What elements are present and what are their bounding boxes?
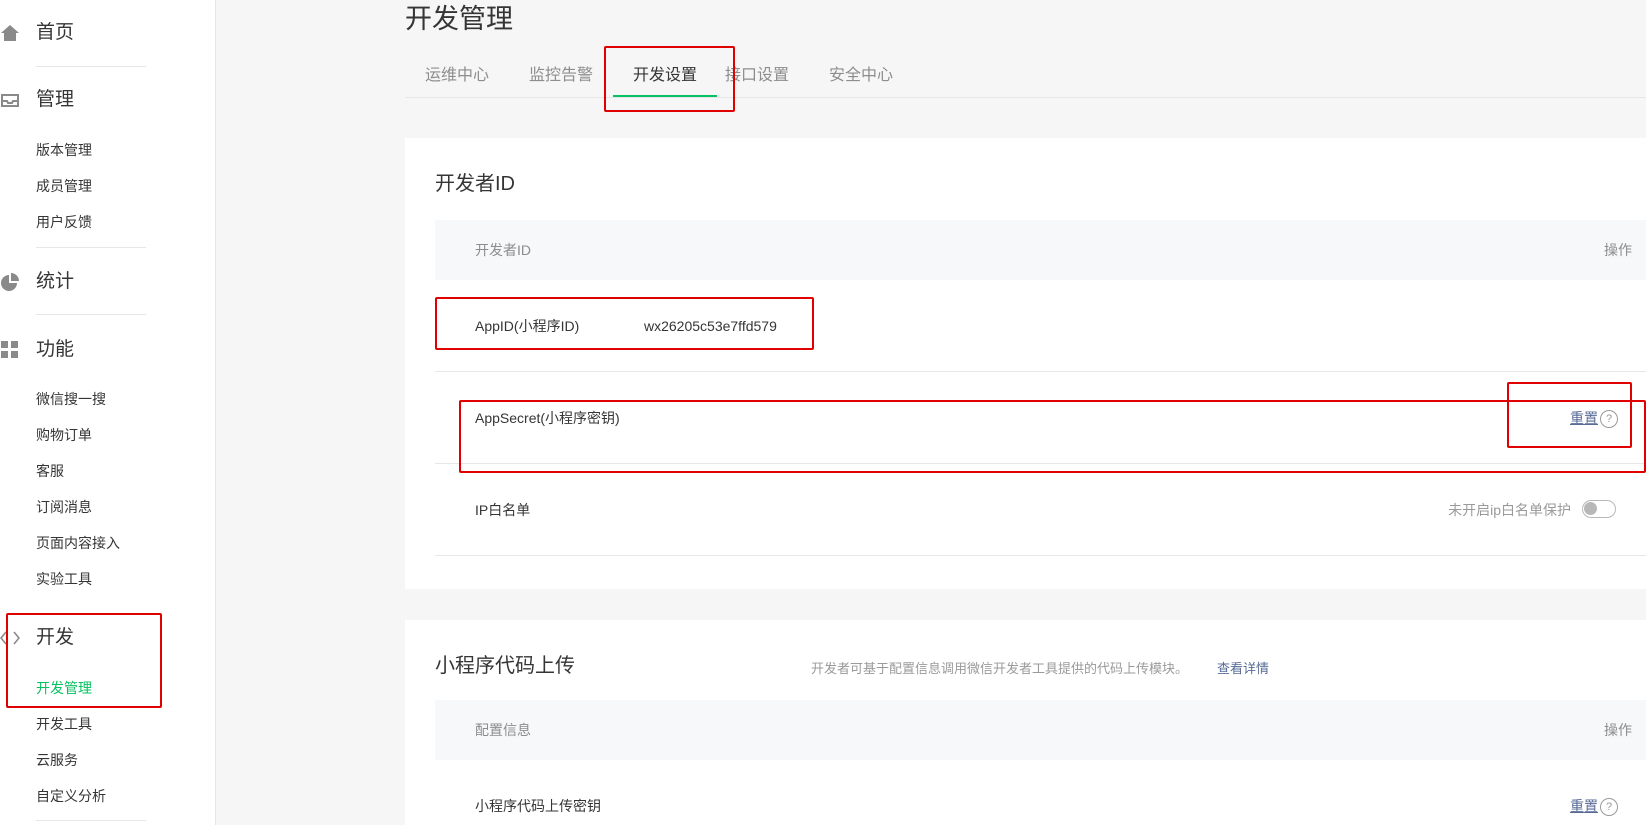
tab-security[interactable]: 安全中心 [829, 64, 893, 88]
table-header: 开发者ID 操作 [435, 220, 1646, 280]
divider [36, 314, 146, 315]
nav-features[interactable]: 功能 [0, 330, 216, 370]
help-icon[interactable]: ? [1600, 798, 1618, 816]
sidebar-item-cloud[interactable]: 云服务 [36, 750, 78, 770]
pie-chart-icon [0, 272, 20, 292]
divider [36, 820, 146, 821]
sidebar-item-wechat-search[interactable]: 微信搜一搜 [36, 389, 106, 409]
page-title: 开发管理 [405, 4, 513, 34]
sidebar-item-lab-tools[interactable]: 实验工具 [36, 569, 92, 589]
upload-key-label: 小程序代码上传密钥 [475, 798, 601, 814]
col-action: 操作 [1604, 242, 1632, 258]
sidebar-item-dev-manage[interactable]: 开发管理 [36, 678, 92, 698]
appid-value: wx26205c53e7ffd579 [644, 318, 777, 334]
nav-manage[interactable]: 管理 [0, 80, 216, 120]
table-row-appsecret: AppSecret(小程序密钥) 重置 ? [435, 372, 1646, 464]
code-upload-title: 小程序代码上传 [435, 655, 575, 677]
reset-upload-key-link[interactable]: 重置 [1570, 796, 1598, 816]
inbox-icon [0, 90, 20, 110]
nav-home[interactable]: 首页 [0, 13, 216, 53]
reset-secret-link[interactable]: 重置 [1570, 408, 1598, 428]
tab-monitoring[interactable]: 监控告警 [529, 64, 593, 88]
tab-bar: 运维中心 监控告警 开发设置 接口设置 安全中心 [405, 56, 1646, 98]
main-content: 开发管理 运维中心 监控告警 开发设置 接口设置 安全中心 开发者ID 开发者I… [216, 0, 1646, 825]
sidebar: 首页 管理 版本管理 成员管理 用户反馈 统计 功能 微信搜一搜 购物订单 客服… [0, 0, 216, 825]
col-action: 操作 [1604, 722, 1632, 738]
ip-whitelist-status: 未开启ip白名单保护 [1448, 502, 1571, 518]
nav-stats-label: 统计 [36, 271, 75, 292]
appid-label: AppID(小程序ID) [475, 318, 580, 334]
sidebar-item-version[interactable]: 版本管理 [36, 140, 92, 160]
divider [36, 66, 146, 67]
table-header: 配置信息 操作 [435, 700, 1646, 760]
sidebar-item-members[interactable]: 成员管理 [36, 176, 92, 196]
ip-whitelist-label: IP白名单 [475, 502, 531, 518]
code-icon [0, 628, 20, 648]
table-row-ip-whitelist: IP白名单 未开启ip白名单保护 [435, 464, 1646, 556]
table-row-upload-key: 小程序代码上传密钥 重置 ? [435, 760, 1646, 825]
sidebar-item-subscribe-msg[interactable]: 订阅消息 [36, 497, 92, 517]
nav-stats[interactable]: 统计 [0, 262, 216, 302]
ip-whitelist-toggle[interactable] [1582, 500, 1616, 518]
divider [36, 247, 146, 248]
sidebar-item-customer-service[interactable]: 客服 [36, 461, 64, 481]
code-upload-card: 小程序代码上传 开发者可基于配置信息调用微信开发者工具提供的代码上传模块。 查看… [405, 620, 1646, 825]
nav-home-label: 首页 [36, 22, 75, 43]
help-icon[interactable]: ? [1600, 410, 1618, 428]
tab-ops-center[interactable]: 运维中心 [425, 64, 489, 88]
grid-icon [0, 340, 20, 360]
sidebar-item-page-content[interactable]: 页面内容接入 [36, 533, 120, 553]
col-developer-id: 开发者ID [475, 242, 531, 258]
developer-id-title: 开发者ID [435, 173, 515, 195]
view-details-link[interactable]: 查看详情 [1217, 659, 1269, 679]
nav-dev[interactable]: 开发 [0, 618, 216, 658]
home-icon [0, 23, 20, 43]
developer-id-card: 开发者ID 开发者ID 操作 AppID(小程序ID) wx26205c53e7… [405, 138, 1646, 589]
nav-dev-label: 开发 [36, 627, 75, 648]
active-tab-underline [613, 95, 717, 97]
table-row-appid: AppID(小程序ID) wx26205c53e7ffd579 [435, 280, 1646, 372]
sidebar-item-orders[interactable]: 购物订单 [36, 425, 92, 445]
col-config-info: 配置信息 [475, 722, 531, 738]
nav-features-label: 功能 [36, 339, 75, 360]
sidebar-item-custom-analysis[interactable]: 自定义分析 [36, 786, 106, 806]
nav-manage-label: 管理 [36, 89, 75, 110]
tab-dev-settings[interactable]: 开发设置 [633, 64, 697, 88]
sidebar-item-dev-tools[interactable]: 开发工具 [36, 714, 92, 734]
tab-api-settings[interactable]: 接口设置 [725, 64, 789, 88]
toggle-knob [1584, 502, 1597, 515]
code-upload-desc: 开发者可基于配置信息调用微信开发者工具提供的代码上传模块。 [811, 661, 1189, 676]
appsecret-label: AppSecret(小程序密钥) [475, 410, 620, 426]
sidebar-item-feedback[interactable]: 用户反馈 [36, 212, 92, 232]
